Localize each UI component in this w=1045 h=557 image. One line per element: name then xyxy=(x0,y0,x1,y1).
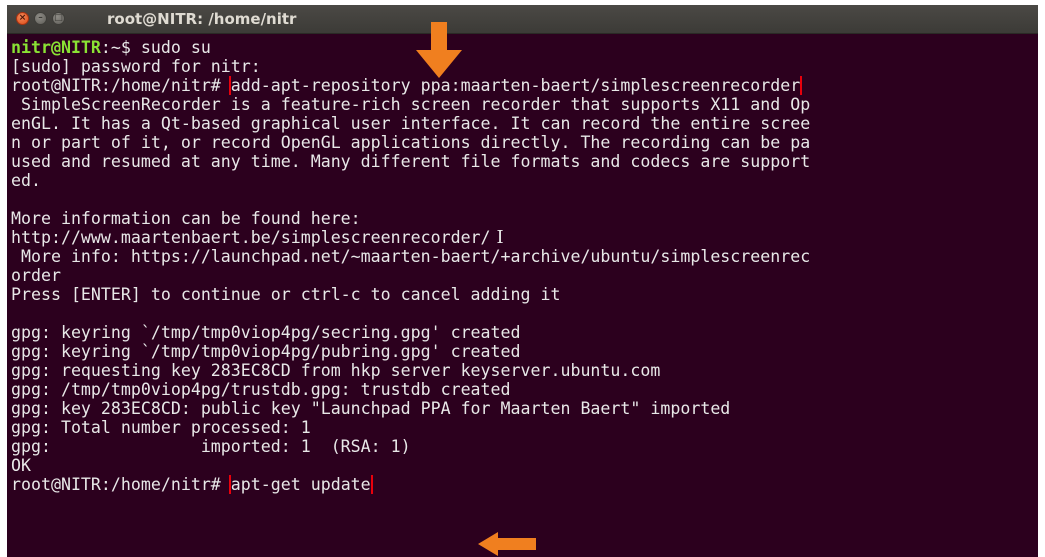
maximize-icon: □ xyxy=(54,13,63,23)
maximize-window-button[interactable]: □ xyxy=(52,12,65,25)
terminal-line: nitr@NITR:~$ sudo su xyxy=(11,38,1033,57)
text-cursor-icon: I xyxy=(496,228,504,247)
minimize-icon: – xyxy=(38,13,43,23)
close-window-button[interactable]: × xyxy=(16,12,29,25)
terminal-line: gpg: keyring `/tmp/tmp0viop4pg/secring.g… xyxy=(11,323,521,342)
terminal-line: SimpleScreenRecorder is a feature-rich s… xyxy=(11,95,811,114)
highlighted-command-add-apt-repository: add-apt-repository ppa:maarten-baert/sim… xyxy=(228,76,803,95)
terminal-line: enGL. It has a Qt-based graphical user i… xyxy=(11,114,811,133)
terminal-line: Press [ENTER] to continue or ctrl-c to c… xyxy=(11,285,561,304)
left-arrow-icon xyxy=(478,532,536,556)
terminal-line: gpg: Total number processed: 1 xyxy=(11,418,311,437)
terminal-line: n or part of it, or record OpenGL applic… xyxy=(11,133,811,152)
window-titlebar: × – □ root@NITR: /home/nitr xyxy=(7,5,1038,34)
terminal-line: gpg: keyring `/tmp/tmp0viop4pg/pubring.g… xyxy=(11,342,521,361)
minimize-window-button[interactable]: – xyxy=(34,12,47,25)
prompt-command: :~$ sudo su xyxy=(100,38,211,57)
url-text: http://www.maartenbaert.be/simplescreenr… xyxy=(11,228,491,247)
terminal-line: gpg: imported: 1 (RSA: 1) xyxy=(11,437,411,456)
terminal-window: × – □ root@NITR: /home/nitr nitr@NITR:~$… xyxy=(7,5,1038,557)
terminal-line: gpg: key 283EC8CD: public key "Launchpad… xyxy=(11,399,731,418)
highlighted-command-apt-get-update: apt-get update xyxy=(228,475,373,494)
terminal-line: gpg: requesting key 283EC8CD from hkp se… xyxy=(11,361,661,380)
root-prompt: root@NITR:/home/nitr# xyxy=(11,475,221,494)
terminal-output[interactable]: nitr@NITR:~$ sudo su [sudo] password for… xyxy=(11,38,1033,494)
terminal-line: gpg: /tmp/tmp0viop4pg/trustdb.gpg: trust… xyxy=(11,380,511,399)
terminal-line: ed. xyxy=(11,171,41,190)
terminal-line: More info: https://launchpad.net/~maarte… xyxy=(11,247,811,266)
terminal-line: order xyxy=(11,266,61,285)
terminal-line: root@NITR:/home/nitr# apt-get update xyxy=(11,475,1033,494)
terminal-line: root@NITR:/home/nitr# add-apt-repository… xyxy=(11,76,1033,95)
close-icon: × xyxy=(18,13,27,23)
down-arrow-icon xyxy=(416,22,462,78)
terminal-line: used and resumed at any time. Many diffe… xyxy=(11,152,811,171)
user-prompt: nitr@NITR xyxy=(11,38,101,57)
terminal-line: http://www.maartenbaert.be/simplescreenr… xyxy=(11,228,1033,247)
terminal-line: OK xyxy=(11,456,31,475)
window-title: root@NITR: /home/nitr xyxy=(107,10,297,28)
root-prompt: root@NITR:/home/nitr# xyxy=(11,76,221,95)
terminal-line: More information can be found here: xyxy=(11,209,361,228)
terminal-line: [sudo] password for nitr: xyxy=(11,57,261,76)
